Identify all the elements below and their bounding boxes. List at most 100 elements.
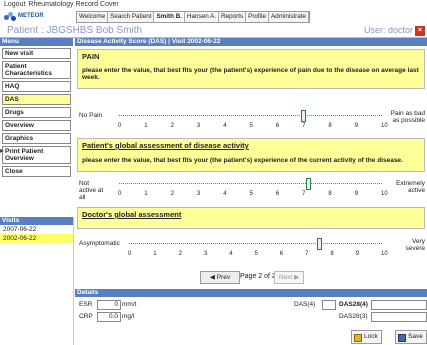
patient-global-slider-thumb[interactable] bbox=[306, 178, 312, 190]
das4-label: DAS(4) bbox=[294, 301, 316, 308]
scale-tick-label: 1 bbox=[144, 191, 148, 197]
menu-header: Menu bbox=[0, 38, 73, 46]
das28-4-label: DAS28(4) bbox=[339, 301, 368, 308]
pain-scale[interactable]: No Pain Pain as bad as possible 0 1 2 3 4 5 6 7… bbox=[77, 110, 425, 134]
menu-drugs[interactable]: Drugs bbox=[2, 107, 71, 118]
scale-tick-label: 6 bbox=[279, 251, 284, 257]
menu-haq[interactable]: HAQ bbox=[2, 81, 71, 92]
scale-tick-label: 2 bbox=[170, 123, 174, 129]
scale-tick-label: 4 bbox=[223, 123, 227, 129]
scale-tick-label: 7 bbox=[302, 191, 306, 197]
scale-tick-label: 5 bbox=[249, 191, 253, 197]
das4-value bbox=[322, 300, 336, 310]
tab-reports[interactable]: Reports bbox=[219, 12, 247, 22]
scale-tick-label: 2 bbox=[170, 191, 174, 197]
scale-tick-label: 10 bbox=[381, 123, 388, 129]
prev-label: Prev bbox=[216, 274, 231, 281]
pain-text: please enter the value, that best fits y… bbox=[82, 67, 419, 81]
menu-graphics[interactable]: Graphics bbox=[2, 133, 71, 144]
patient-global-scale[interactable]: Not active at all Extremely active 0 1 2 3 4… bbox=[77, 178, 425, 202]
tab-search-patient[interactable]: Search Patient bbox=[108, 12, 155, 22]
scale-tick-label: 3 bbox=[196, 191, 201, 197]
pain-slider-thumb[interactable] bbox=[301, 110, 307, 122]
lock-icon bbox=[354, 334, 362, 342]
prev-button[interactable]: ◀ Prev bbox=[200, 271, 240, 284]
scale-tick-label: 3 bbox=[203, 251, 208, 257]
scale-tick-label: 10 bbox=[381, 191, 388, 197]
pain-left-label: No Pain bbox=[79, 112, 103, 119]
doctor-global-right-label: Very severe bbox=[405, 238, 425, 252]
esr-unit: mm/t bbox=[122, 301, 137, 308]
menu-overview[interactable]: Overview bbox=[2, 120, 71, 131]
doctor-global-question: Doctor's global assessment bbox=[77, 207, 425, 229]
scale-tick-label: 9 bbox=[355, 251, 360, 257]
pain-title: PAIN bbox=[82, 52, 100, 61]
das-header: Disease Activity Score (DAS) | Visit 200… bbox=[75, 38, 427, 46]
next-arrow-icon: ▶ bbox=[294, 274, 300, 281]
scale-tick-label: 0 bbox=[128, 251, 132, 257]
patient-global-text: please enter the value, that best fits y… bbox=[82, 157, 403, 164]
scale-tick-label: 8 bbox=[328, 123, 332, 129]
doctor-global-slider-thumb[interactable] bbox=[316, 238, 322, 250]
scale-tick-label: 7 bbox=[302, 123, 306, 129]
logout-icon[interactable]: × bbox=[415, 26, 425, 36]
menu-close[interactable]: Close bbox=[2, 166, 71, 177]
save-icon bbox=[398, 334, 406, 342]
menu-das[interactable]: DAS bbox=[2, 94, 71, 105]
save-button[interactable]: Save bbox=[395, 330, 427, 344]
scale-tick-label: 8 bbox=[328, 191, 332, 197]
scale-tick-label: 10 bbox=[381, 251, 388, 257]
scale-tick-label: 4 bbox=[223, 191, 227, 197]
visit-item[interactable]: 2007-06-22 bbox=[0, 225, 73, 234]
save-label: Save bbox=[408, 333, 423, 340]
scale-tick-label: 1 bbox=[153, 251, 157, 257]
scale-tick-label: 3 bbox=[196, 123, 201, 129]
visits-panel: Visits 2007-06-22 2002-06-22 bbox=[0, 217, 74, 345]
crp-label: CRP bbox=[79, 313, 93, 320]
scale-tick-label: 5 bbox=[254, 251, 258, 257]
next-button[interactable]: Next ▶ bbox=[274, 271, 304, 284]
das28-3-label: DAS28(3) bbox=[339, 313, 368, 320]
lock-label: Lock bbox=[364, 333, 378, 340]
visit-item-selected[interactable]: 2002-06-22 bbox=[0, 234, 73, 243]
patient-global-left-label: Not active at all bbox=[79, 180, 104, 201]
tab-welcome[interactable]: Welcome bbox=[77, 12, 109, 22]
doctor-global-slider-track[interactable] bbox=[129, 243, 382, 244]
pain-slider-track[interactable] bbox=[119, 115, 382, 116]
patient-global-title: Patient's global assessment of disease a… bbox=[82, 141, 249, 150]
top-line: Logout Rheumatology Record Cover bbox=[4, 1, 122, 8]
scale-tick-label: 8 bbox=[330, 251, 334, 257]
scale-tick-label: 6 bbox=[275, 191, 280, 197]
scale-tick-label: 0 bbox=[118, 191, 122, 197]
tab-profile[interactable]: Profile bbox=[246, 12, 269, 22]
scale-tick-label: 6 bbox=[275, 123, 280, 129]
menu-panel: Menu New visit Patient Characteristics H… bbox=[0, 38, 73, 177]
doctor-global-scale[interactable]: Asymptomatic Very severe 0 1 2 3 4 5 6 7 8 9 10 bbox=[77, 234, 425, 260]
doctor-global-left-label: Asymptomatic bbox=[79, 240, 120, 247]
user-title: User: doctor bbox=[363, 25, 413, 35]
tab-smith[interactable]: Smith B. bbox=[154, 12, 185, 22]
prev-arrow-icon: ◀ bbox=[209, 274, 215, 281]
details-header: Details bbox=[75, 289, 427, 297]
logout-link[interactable]: Logout bbox=[4, 1, 25, 8]
pain-right-label: Pain as bad as possible bbox=[390, 110, 425, 124]
scale-tick-label: 5 bbox=[249, 123, 253, 129]
menu-print-patient-overview[interactable]: Print Patient Overview bbox=[2, 146, 71, 164]
tab-bar: Welcome Search Patient Smith B. Hansen A… bbox=[76, 11, 310, 23]
esr-input[interactable]: 0 bbox=[97, 300, 121, 310]
lock-button[interactable]: Lock bbox=[351, 330, 382, 344]
crp-input[interactable]: 0.0 bbox=[97, 312, 121, 322]
menu-patient-characteristics[interactable]: Patient Characteristics bbox=[2, 61, 71, 79]
pain-question: PAIN please enter the value, that best f… bbox=[77, 49, 425, 89]
app-title: Rheumatology Record Cover bbox=[28, 1, 119, 8]
doctor-global-title: Doctor's global assessment bbox=[82, 210, 182, 219]
patient-title: Patient : JBGSHBS Bob Smith bbox=[7, 25, 143, 36]
next-label: Next bbox=[278, 274, 293, 281]
menu-new-visit[interactable]: New visit bbox=[2, 48, 71, 59]
patient-global-slider-track[interactable] bbox=[119, 183, 382, 184]
meteor-logo-icon bbox=[4, 12, 16, 21]
tab-hansen[interactable]: Hansen A. bbox=[185, 12, 220, 22]
tab-administrate[interactable]: Administrate bbox=[269, 12, 309, 22]
scale-tick-label: 4 bbox=[229, 251, 233, 257]
esr-label: ESR bbox=[79, 301, 93, 308]
